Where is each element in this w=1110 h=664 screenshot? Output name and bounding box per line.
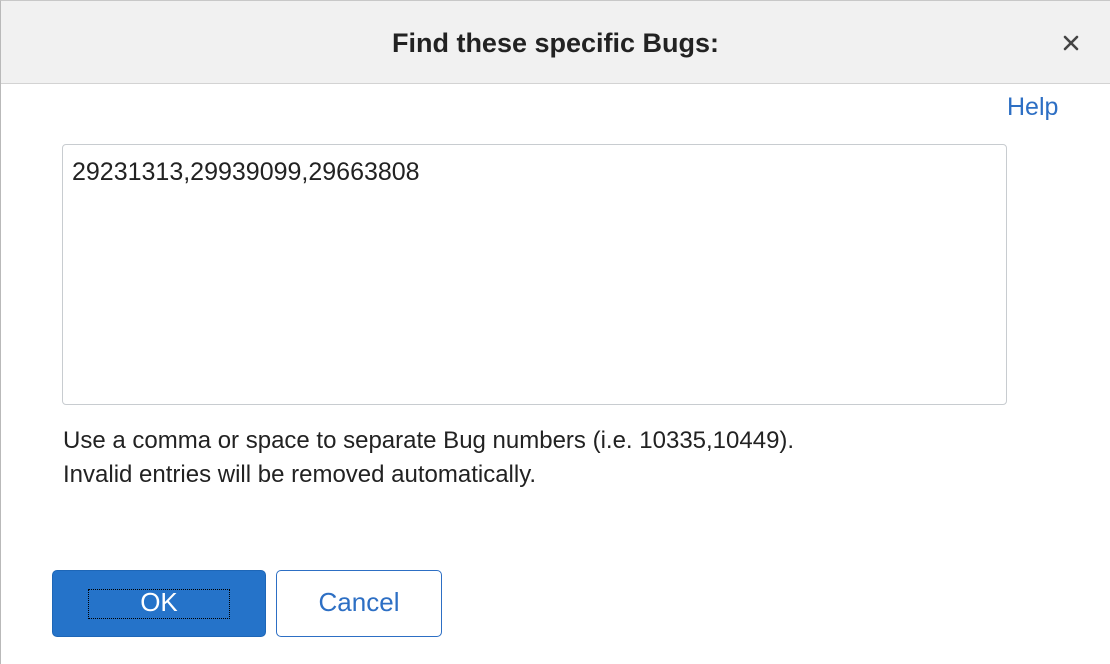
bug-numbers-input[interactable] (62, 144, 1007, 405)
ok-button-label: OK (140, 587, 178, 617)
help-link[interactable]: Help (1007, 93, 1058, 122)
find-bugs-dialog: Find these specific Bugs: Help Use a com… (0, 0, 1110, 664)
hint-text: Use a comma or space to separate Bug num… (63, 424, 1063, 492)
close-icon (1063, 35, 1079, 51)
hint-line-invalid: Invalid entries will be removed automati… (63, 461, 537, 488)
hint-line-separator: Use a comma or space to separate Bug num… (63, 427, 795, 454)
dialog-title: Find these specific Bugs: (391, 28, 720, 58)
cancel-button[interactable]: Cancel (276, 570, 442, 637)
cancel-button-label: Cancel (318, 587, 400, 617)
close-button[interactable] (1055, 27, 1087, 59)
ok-button[interactable]: OK (52, 570, 266, 637)
dialog-titlebar: Find these specific Bugs: (1, 1, 1110, 84)
